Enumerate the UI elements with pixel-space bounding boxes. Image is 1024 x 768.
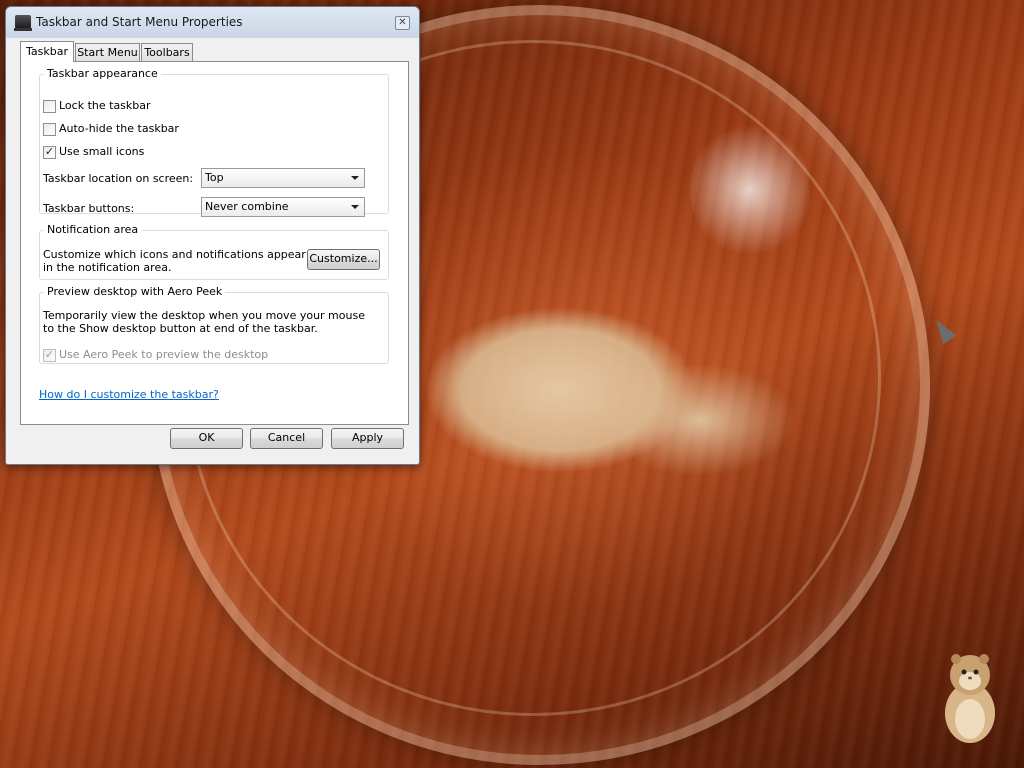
hamster-desktop-pet[interactable] (940, 645, 1000, 745)
aero-peek-checkbox: ✓ (43, 348, 56, 362)
customize-button[interactable]: Customize... (307, 249, 380, 270)
close-button[interactable]: ✕ (395, 16, 410, 30)
small-icons-label: Use small icons (59, 145, 145, 158)
notification-description: Customize which icons and notifications … (43, 248, 306, 274)
chevron-down-icon (351, 205, 359, 209)
taskbar-appearance-group: Taskbar appearance (39, 67, 389, 214)
taskbar-buttons-select[interactable]: Never combine (201, 197, 365, 217)
group-label-notification-area: Notification area (44, 223, 142, 236)
taskbar-location-select[interactable]: Top (201, 168, 365, 188)
auto-hide-checkbox[interactable] (43, 123, 56, 136)
tab-start-menu[interactable]: Start Menu (75, 43, 140, 61)
lock-taskbar-checkbox[interactable] (43, 100, 56, 113)
taskbar-buttons-label: Taskbar buttons: (43, 202, 135, 215)
title-bar[interactable]: Taskbar and Start Menu Properties ✕ (6, 7, 419, 38)
taskbar-app-icon (14, 15, 32, 31)
small-icons-checkbox[interactable]: ✓ (43, 146, 56, 159)
window-title: Taskbar and Start Menu Properties (36, 15, 243, 29)
taskbar-tab-panel: Taskbar appearance Lock the taskbar Auto… (20, 61, 409, 425)
group-label-taskbar-appearance: Taskbar appearance (44, 67, 161, 80)
taskbar-buttons-value: Never combine (205, 200, 289, 213)
taskbar-properties-dialog: Taskbar and Start Menu Properties ✕ Task… (5, 6, 420, 465)
help-link[interactable]: How do I customize the taskbar? (39, 388, 219, 401)
group-label-aero-peek: Preview desktop with Aero Peek (44, 285, 226, 298)
tab-taskbar[interactable]: Taskbar (20, 41, 74, 62)
auto-hide-label: Auto-hide the taskbar (59, 122, 179, 135)
aero-peek-description: Temporarily view the desktop when you mo… (43, 309, 365, 335)
chevron-down-icon (351, 176, 359, 180)
taskbar-location-label: Taskbar location on screen: (43, 172, 194, 185)
ok-button[interactable]: OK (170, 428, 243, 449)
aero-peek-label: Use Aero Peek to preview the desktop (59, 348, 269, 361)
taskbar-location-value: Top (205, 171, 224, 184)
light-glare (690, 120, 810, 260)
tab-toolbars[interactable]: Toolbars (141, 43, 193, 61)
cancel-button[interactable]: Cancel (250, 428, 323, 449)
apply-button[interactable]: Apply (331, 428, 404, 449)
mouse-cursor-icon (929, 315, 957, 345)
lock-taskbar-label: Lock the taskbar (59, 99, 151, 112)
